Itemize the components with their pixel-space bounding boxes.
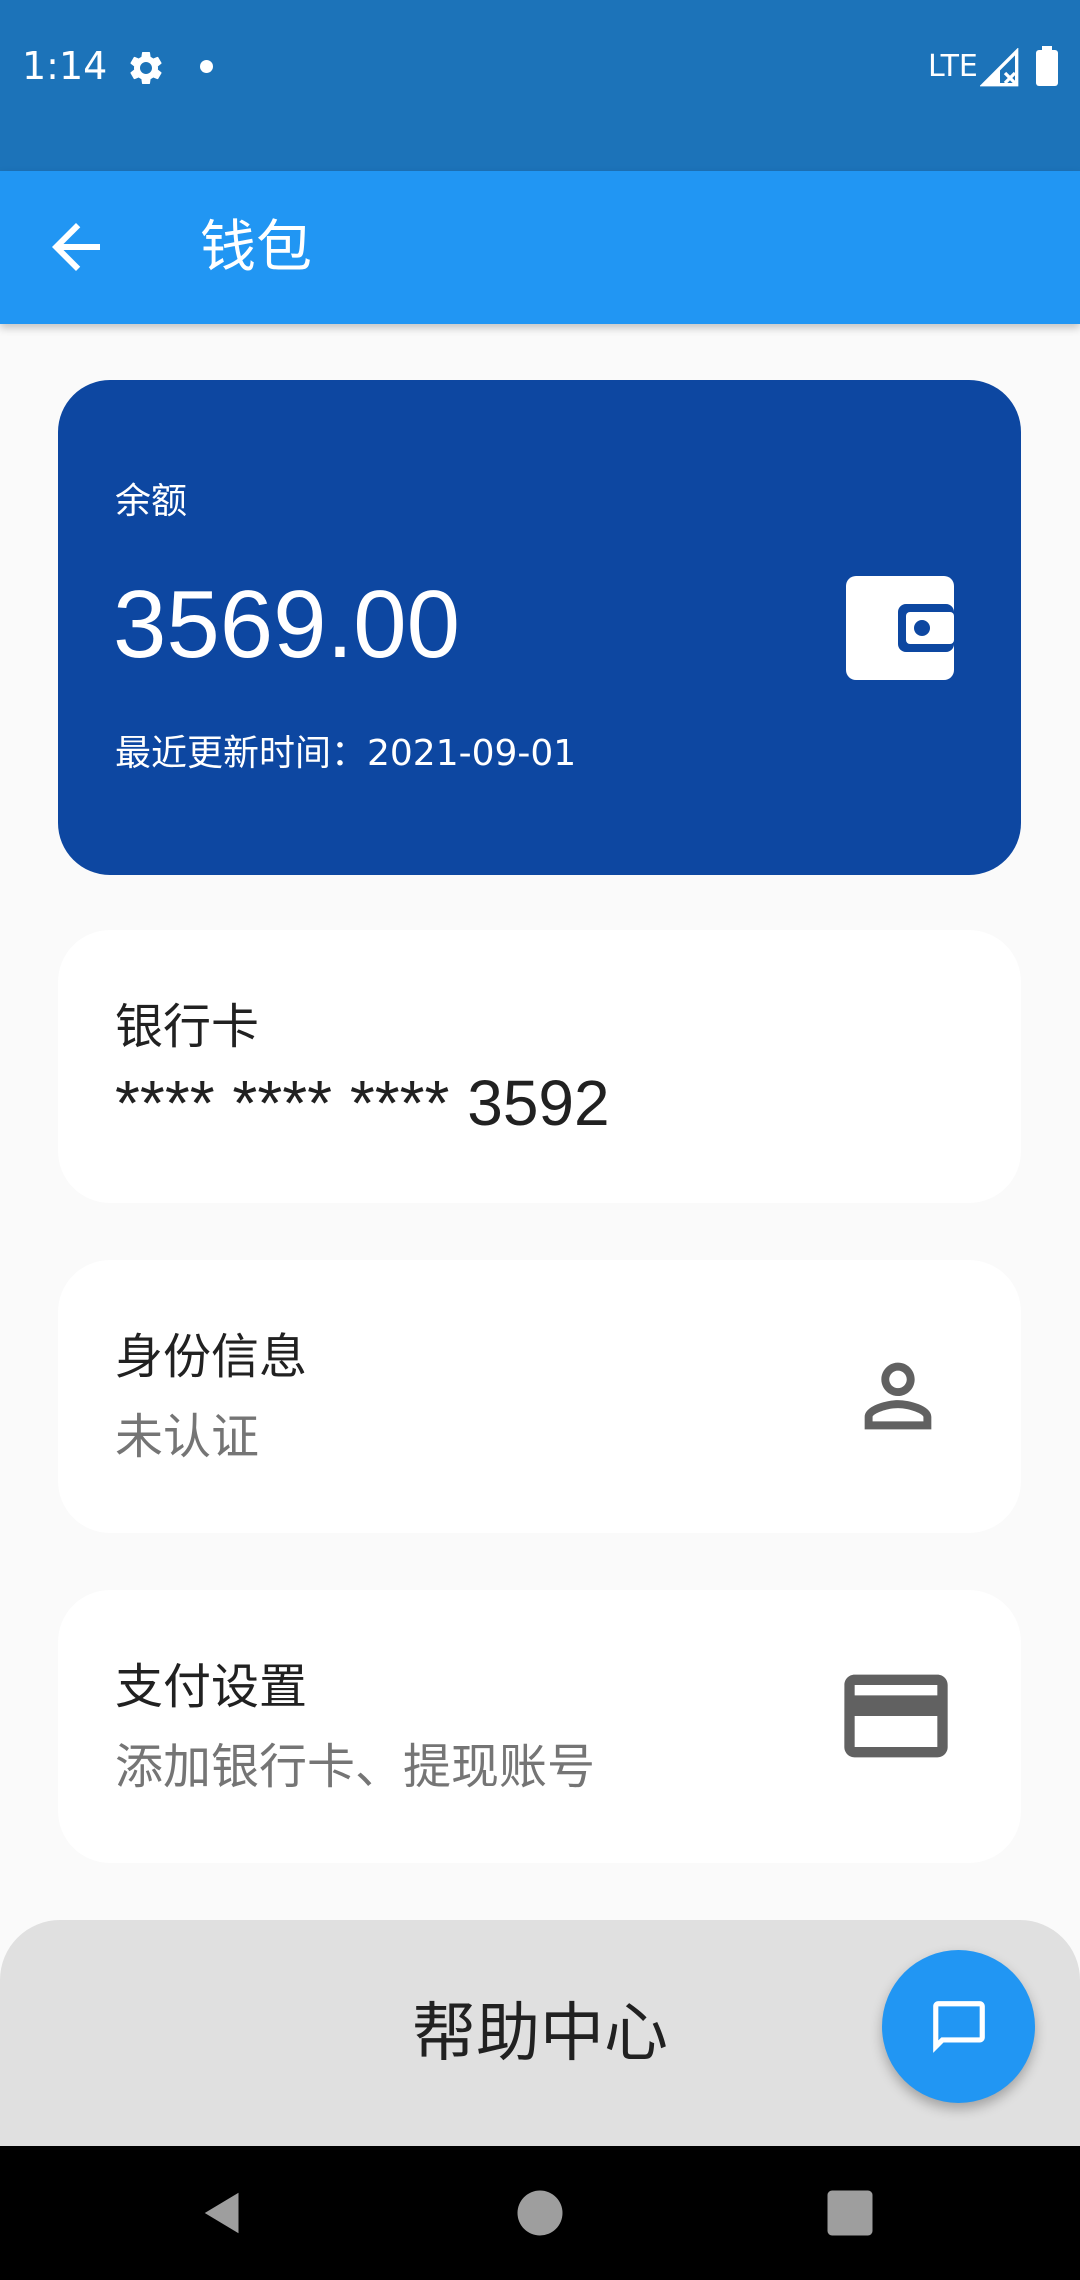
balance-label: 余额 [115,481,188,522]
signal-icon [980,48,1019,87]
balance-card[interactable]: 余额 3569.00 最近更新时间：2021-09-01 [58,380,1021,875]
nav-home-icon[interactable] [513,2186,567,2240]
notification-dot [200,60,213,73]
identity-title: 身份信息 [115,1329,308,1385]
status-bar: 1:14 LTE [0,0,1080,171]
nav-back-icon[interactable] [198,2186,252,2240]
network-type: LTE [928,49,978,84]
arrow-back-icon[interactable] [40,211,112,283]
identity-status: 未认证 [115,1409,260,1465]
battery-icon [1036,46,1058,86]
payment-settings-subtitle: 添加银行卡、提现账号 [115,1739,596,1795]
chat-fab-button[interactable] [882,1950,1035,2103]
nav-recents-icon[interactable] [823,2186,877,2240]
balance-updated-time: 最近更新时间：2021-09-01 [115,733,577,774]
chat-icon [933,2001,985,2053]
credit-card-icon [844,1674,948,1758]
person-icon [864,1362,932,1430]
app-bar: 钱包 [0,171,1080,324]
system-nav-bar [0,2146,1080,2280]
status-time: 1:14 [22,44,108,88]
page-title: 钱包 [200,215,312,280]
wallet-icon [846,576,954,680]
bank-card-item[interactable]: 银行卡 **** **** **** 3592 [58,930,1021,1203]
bank-card-title: 银行卡 [115,999,260,1055]
bank-card-number: **** **** **** 3592 [115,1067,610,1139]
payment-settings-item[interactable]: 支付设置 添加银行卡、提现账号 [58,1590,1021,1863]
balance-amount: 3569.00 [113,571,461,678]
payment-settings-title: 支付设置 [115,1659,308,1715]
wallet-screen: 1:14 LTE 钱包 余额 3569.00 最近更新时间：2021-09-01 [0,0,1080,2280]
settings-icon [130,51,162,84]
identity-item[interactable]: 身份信息 未认证 [58,1260,1021,1533]
